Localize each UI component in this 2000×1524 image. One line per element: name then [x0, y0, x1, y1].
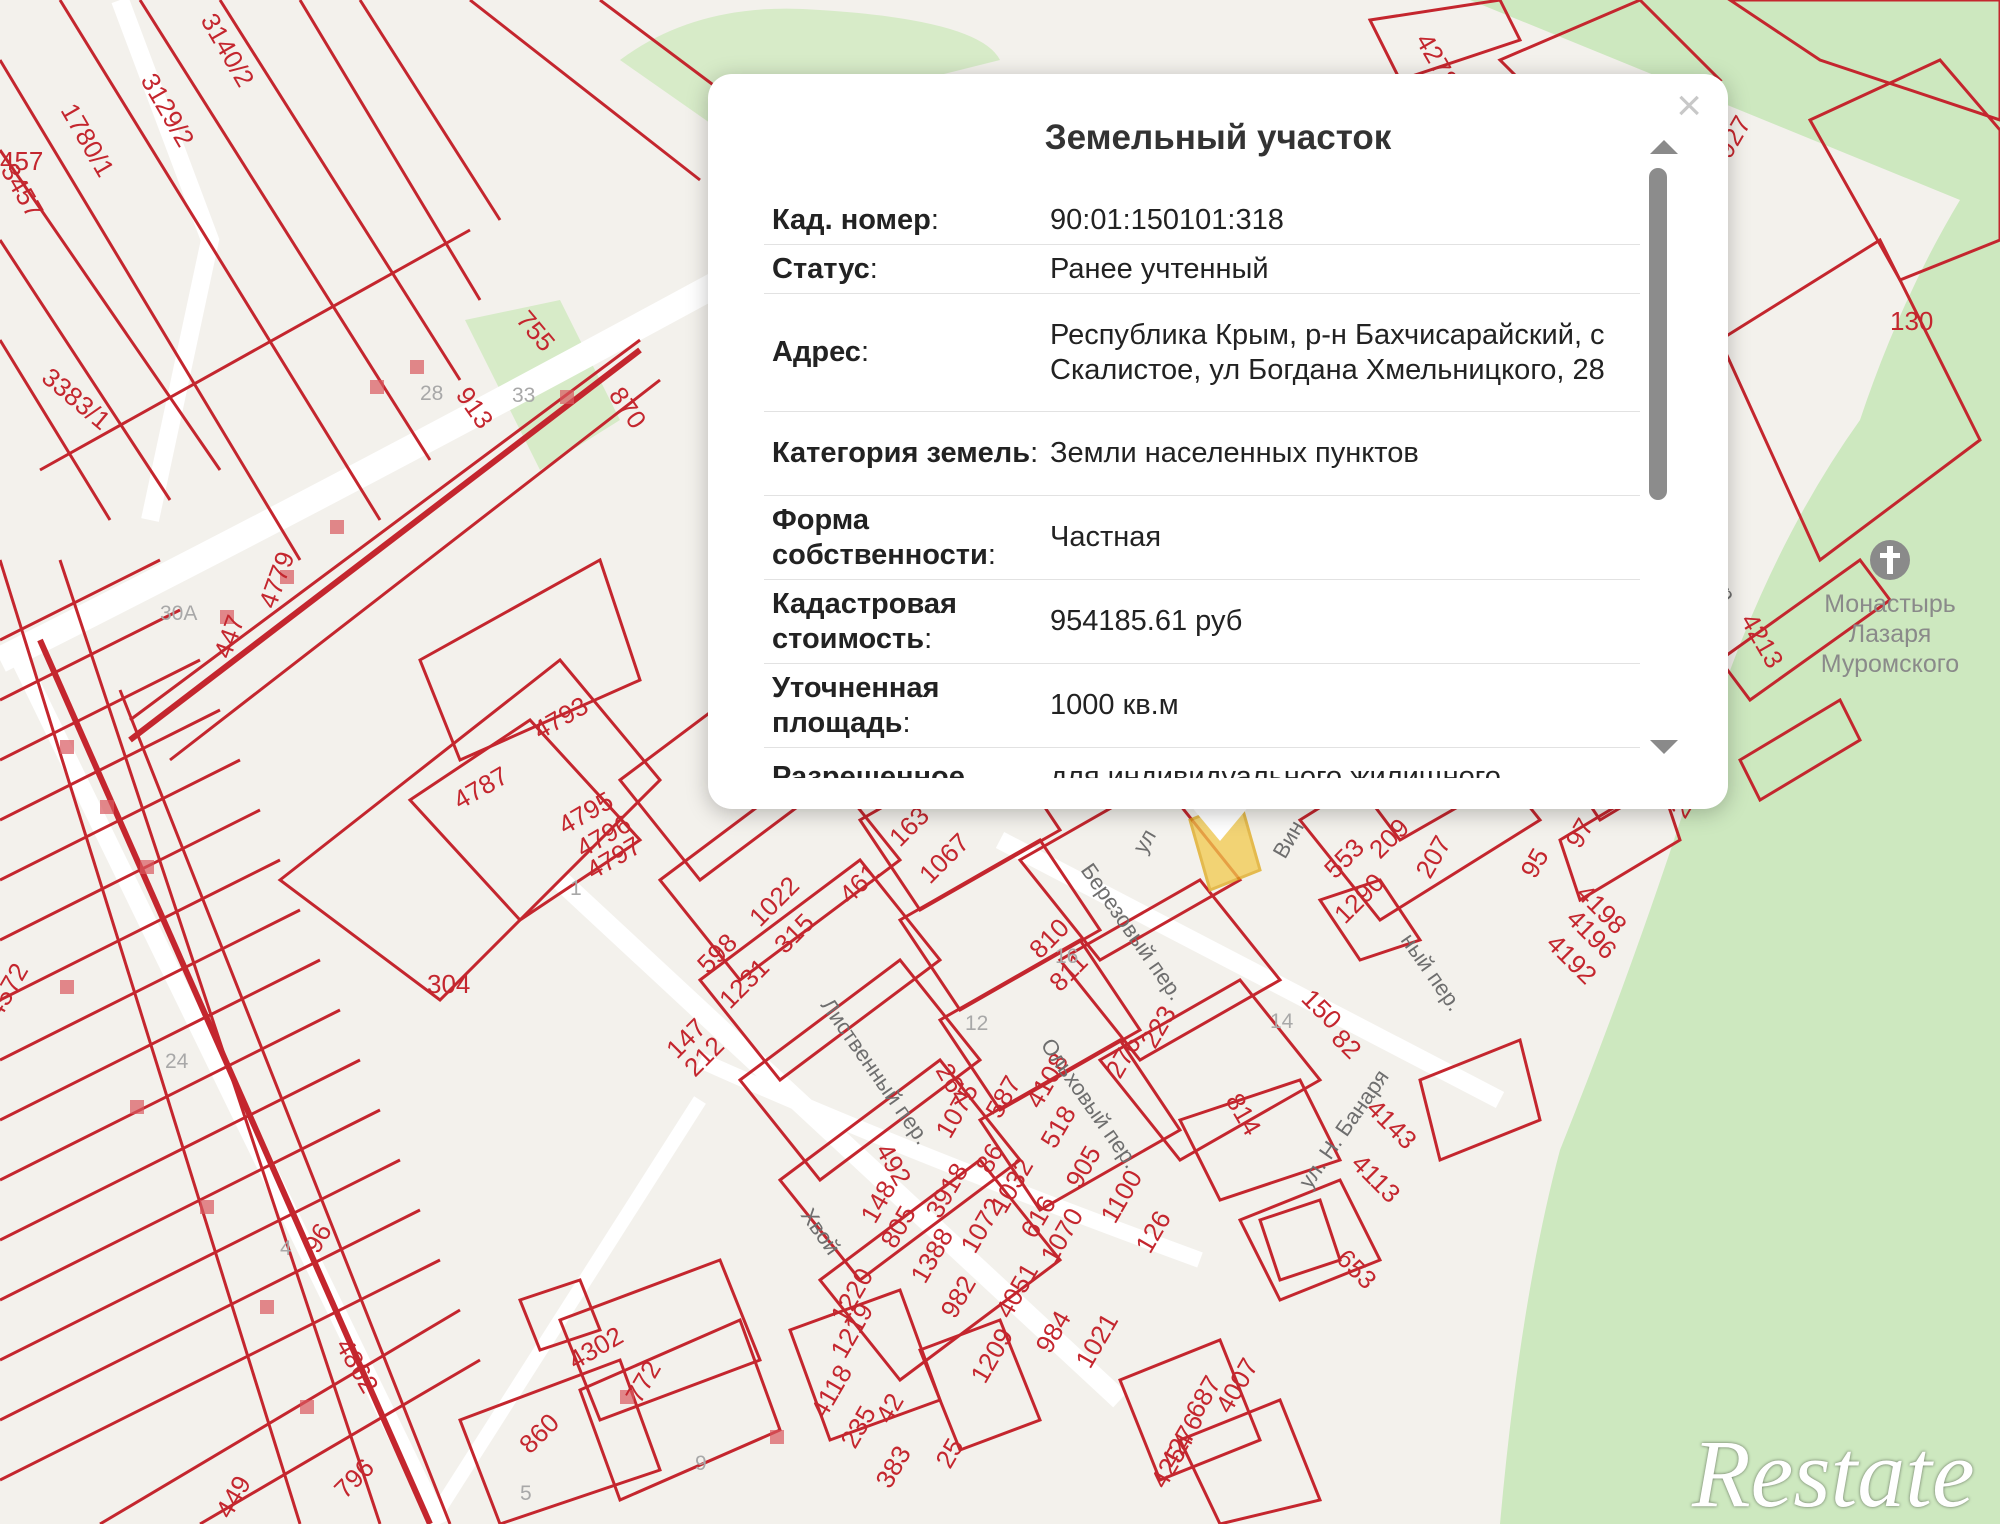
house-number-1[interactable]: 1	[570, 877, 582, 900]
popup-title: Земельный участок	[1044, 118, 1392, 157]
parcel-number-457[interactable]: 457	[0, 146, 43, 176]
info-row-land-category: Категория земель: Земли населенных пункт…	[764, 412, 1640, 496]
row-key: Адрес	[772, 336, 861, 368]
parcel-info-popup: × Земельный участок Кад. номер: 90:01:15…	[708, 74, 1728, 809]
popup-scrollbar[interactable]	[1640, 140, 1680, 760]
row-value: для индивидуального жилищного	[1050, 761, 1501, 778]
house-number-28[interactable]: 28	[420, 382, 443, 405]
poi-name-line1[interactable]: Монастырь	[1824, 590, 1956, 618]
scroll-thumb[interactable]	[1649, 168, 1667, 500]
house-number-4[interactable]: 4	[280, 1237, 292, 1260]
house-number-9[interactable]: 9	[695, 1452, 707, 1475]
parcel-number-304[interactable]: 304	[427, 969, 470, 999]
map-viewport[interactable]: 3140/2 3129/2 1780/1 3457 3383/1 755 913 870 477…	[0, 0, 2000, 1524]
row-key: Кад. номер	[772, 203, 931, 236]
house-number-30А[interactable]: 30А	[160, 602, 197, 625]
info-row-address: Адрес: Республика Крым, р-н Бахчисарайск…	[764, 294, 1640, 412]
row-value: Частная	[1050, 521, 1162, 553]
house-number-16[interactable]: 16	[1055, 945, 1078, 968]
row-key: Уточненная площадь	[772, 671, 940, 739]
info-row-ownership: Форма собственности: Частная	[764, 496, 1640, 580]
info-row-status: Статус: Ранее учтенный	[764, 245, 1640, 294]
info-row-cadastral-value: Кадастровая стоимость: 954185.61 руб	[764, 580, 1640, 664]
poi-name-line2[interactable]: Лазаря	[1849, 620, 1932, 648]
row-value: Ранее учтенный	[1050, 252, 1269, 285]
info-row-permitted-use: Разрешенное для индивидуального жилищног…	[764, 748, 1640, 778]
scroll-down-arrow-icon[interactable]	[1650, 740, 1678, 754]
info-row-area: Уточненная площадь: 1000 кв.м	[764, 664, 1640, 748]
row-value: 90:01:150101:318	[1050, 203, 1284, 236]
house-number-24[interactable]: 24	[165, 1050, 189, 1073]
row-key: Категория земель	[772, 437, 1031, 469]
scroll-up-arrow-icon[interactable]	[1650, 140, 1678, 154]
poi-name-line3[interactable]: Муромского	[1821, 650, 1959, 678]
church-cross-icon[interactable]	[1870, 540, 1910, 580]
row-key: Разрешенное	[772, 761, 965, 778]
restate-watermark-logo: Restate	[1692, 1420, 1975, 1524]
house-number-5[interactable]: 5	[520, 1482, 532, 1505]
info-row-cadastral-number: Кад. номер: 90:01:150101:318	[764, 196, 1640, 245]
row-value: Республика Крым, р-н Бахчисарайский, с С…	[1050, 318, 1605, 386]
row-value: Земли населенных пунктов	[1050, 437, 1419, 469]
row-key: Статус	[772, 252, 870, 285]
row-value: 1000 кв.м	[1050, 689, 1179, 721]
house-number-12[interactable]: 12	[965, 1012, 988, 1035]
popup-pointer	[1190, 805, 1250, 841]
row-key: Форма собственности	[772, 503, 988, 571]
house-number-14[interactable]: 14	[1270, 1010, 1294, 1033]
row-value: 954185.61 руб	[1050, 605, 1243, 637]
house-number-33[interactable]: 33	[512, 384, 535, 407]
parcel-info-table[interactable]: Кад. номер: 90:01:150101:318 Статус: Ран…	[764, 196, 1640, 778]
parcel-number-130[interactable]: 130	[1890, 306, 1933, 336]
